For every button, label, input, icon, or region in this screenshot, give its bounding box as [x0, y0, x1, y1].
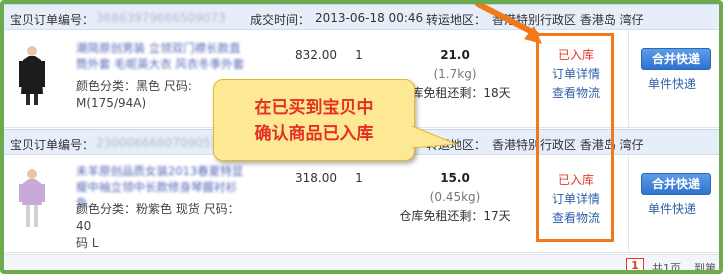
- order-number: 23000666807090573: [96, 136, 226, 150]
- size-suffix: 码 L: [76, 236, 99, 250]
- price: 318.00: [295, 171, 337, 185]
- storage-remaining: 仓库免租还剩：17天: [399, 209, 511, 223]
- column-divider: [628, 155, 629, 253]
- weight-info: 15.0 (0.45kg) 仓库免租还剩：17天: [390, 169, 520, 226]
- goto-page-label: 到第: [694, 262, 716, 274]
- color-label: 颜色分类：: [76, 202, 137, 216]
- callout-note: 在已买到宝贝中 确认商品已入库: [213, 79, 415, 161]
- order-number-label: 宝贝订单编号：: [10, 13, 95, 27]
- coat-image: [19, 46, 45, 105]
- weight: 15.0: [440, 171, 470, 185]
- merge-shipping-button[interactable]: 合并快递: [641, 173, 711, 195]
- deal-time-label: 成交时间：: [250, 13, 311, 27]
- color-label: 颜色分类：: [76, 79, 137, 93]
- page-total: 共1页: [652, 262, 681, 274]
- deal-time: 2013-06-18 00:46: [315, 11, 424, 25]
- size-value: 40: [76, 219, 92, 233]
- product-attributes: 颜色分类：粉紫色 现货 尺码： 40 码 L: [76, 201, 252, 252]
- product-title-link[interactable]: 潮简原创男装 立领双门襟长款直筒外套 毛呢英大衣 风衣冬季外套: [76, 40, 246, 72]
- single-shipping-link[interactable]: 单件快递: [648, 75, 696, 92]
- product-thumbnail[interactable]: [12, 44, 52, 106]
- highlight-box: [536, 33, 614, 242]
- weight-kg: (0.45kg): [429, 190, 481, 204]
- quantity: 1: [355, 171, 363, 185]
- quantity: 1: [355, 48, 363, 62]
- order-panel: 宝贝订单编号： 36863979666509073 成交时间： 2013-06-…: [0, 0, 723, 274]
- order-number-label: 宝贝订单编号：: [10, 138, 95, 152]
- color-value: 黑色: [136, 79, 161, 93]
- price: 832.00: [295, 48, 337, 62]
- callout-pointer: [412, 125, 457, 149]
- page-number-current[interactable]: 1: [626, 258, 644, 270]
- pagination: 1 共1页 到第: [4, 254, 719, 274]
- blouse-image: [19, 169, 45, 227]
- size-label: 尺码：: [203, 202, 240, 216]
- order-header: 宝贝订单编号： 36863979666509073 成交时间： 2013-06-…: [4, 4, 719, 30]
- color-value: 粉紫色 现货: [136, 202, 200, 216]
- pointer-arrow-icon: [475, 4, 542, 44]
- order-number: 36863979666509073: [96, 11, 226, 25]
- size-label: 尺码:: [163, 79, 192, 93]
- callout-line-1: 在已买到宝贝中: [254, 98, 374, 118]
- single-shipping-link[interactable]: 单件快递: [648, 200, 696, 217]
- column-divider: [628, 30, 629, 128]
- product-thumbnail[interactable]: [12, 167, 52, 229]
- size-value: M(175/94A): [76, 96, 147, 110]
- merge-shipping-button[interactable]: 合并快递: [641, 48, 711, 70]
- callout-line-2: 确认商品已入库: [254, 124, 374, 144]
